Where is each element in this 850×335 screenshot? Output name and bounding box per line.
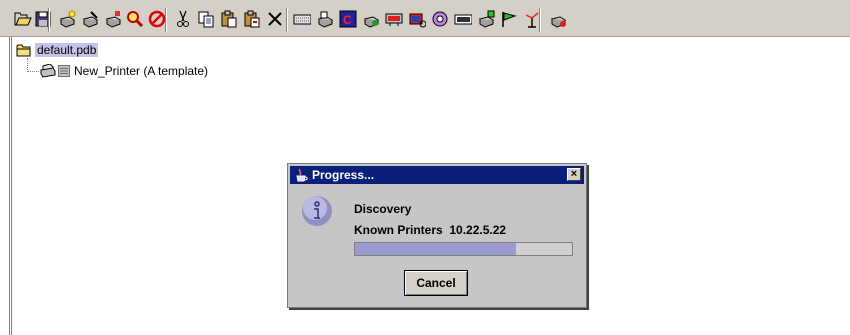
folder-icon xyxy=(16,44,31,57)
delete-button[interactable] xyxy=(265,9,285,29)
flag-icon xyxy=(502,12,517,27)
list-icon xyxy=(58,65,70,77)
toolbar: C xyxy=(0,0,850,37)
dialog-title-bar[interactable]: Progress... × xyxy=(290,166,584,184)
printer-settings-button[interactable] xyxy=(315,9,335,29)
stop-icon xyxy=(148,10,166,28)
tree-left-border-inner xyxy=(11,37,12,335)
open-folder-button[interactable] xyxy=(13,9,33,29)
tree-child-label: New_Printer (A template) xyxy=(74,64,209,78)
toolbar-separator xyxy=(165,8,167,32)
panel-button[interactable] xyxy=(453,9,473,29)
plugin-icon xyxy=(432,11,448,27)
dialog-title: Progress... xyxy=(312,168,375,182)
tree-left-border xyxy=(9,37,10,335)
edit-printer-button[interactable] xyxy=(80,9,100,29)
java-cup-icon xyxy=(296,168,308,182)
keyboard-button[interactable] xyxy=(292,9,312,29)
printer-properties-button[interactable] xyxy=(103,9,123,29)
printer-icon xyxy=(40,64,56,78)
tree-connector xyxy=(27,71,39,72)
status-detail: Known Printers 10.22.5.22 xyxy=(354,223,507,237)
job-icon xyxy=(409,13,426,28)
open-folder-icon xyxy=(14,12,32,26)
database-button[interactable] xyxy=(476,9,496,29)
network-button[interactable] xyxy=(384,9,404,29)
job-button[interactable] xyxy=(407,9,427,29)
printer-settings-icon xyxy=(317,11,334,28)
new-printer-button[interactable] xyxy=(57,9,77,29)
close-button[interactable]: × xyxy=(567,168,581,181)
cancel-button[interactable]: Cancel xyxy=(404,270,468,296)
tree-child-node[interactable]: New_Printer (A template) xyxy=(40,63,208,79)
paste-icon xyxy=(221,10,237,28)
status-title: Discovery xyxy=(354,202,412,216)
toolbar-separator xyxy=(539,8,541,32)
plugin-button[interactable] xyxy=(430,9,450,29)
flag-button[interactable] xyxy=(499,9,519,29)
paste-button[interactable] xyxy=(219,9,239,29)
copy-icon xyxy=(198,11,214,28)
toolbar-separator xyxy=(48,8,50,32)
close-icon: × xyxy=(570,168,578,180)
add-printer-icon xyxy=(363,16,380,28)
cut-icon xyxy=(177,10,189,27)
save-button[interactable] xyxy=(33,9,53,29)
new-printer-icon xyxy=(59,10,76,28)
database-icon xyxy=(478,10,495,28)
font-icon: C xyxy=(339,10,357,28)
keyboard-icon xyxy=(293,14,311,25)
font-button[interactable]: C xyxy=(338,9,358,29)
cut-button[interactable] xyxy=(173,9,193,29)
delete-icon xyxy=(268,12,282,26)
update-icon xyxy=(550,16,567,28)
progress-bar xyxy=(354,242,573,256)
paste-special-icon xyxy=(244,10,260,28)
network-icon xyxy=(385,13,403,26)
discover-icon xyxy=(127,11,144,28)
tree-root-label: default.pdb xyxy=(35,43,99,57)
update-button[interactable] xyxy=(548,9,568,29)
add-printer-button[interactable] xyxy=(361,9,381,29)
tree-root-node[interactable]: default.pdb xyxy=(16,42,99,58)
toolbar-separator xyxy=(286,8,288,32)
paste-special-button[interactable] xyxy=(242,9,262,29)
info-icon xyxy=(302,196,332,226)
discover-button[interactable] xyxy=(125,9,145,29)
stop-button[interactable] xyxy=(147,9,167,29)
copy-button[interactable] xyxy=(196,9,216,29)
progress-dialog: Progress... × Discovery Known Printers 1… xyxy=(287,163,587,308)
progress-fill xyxy=(355,243,516,255)
svg-text:C: C xyxy=(343,13,352,27)
edit-printer-icon xyxy=(82,11,99,28)
printer-properties-icon xyxy=(105,11,122,28)
tree-connector xyxy=(27,58,28,72)
panel-icon xyxy=(454,14,472,25)
